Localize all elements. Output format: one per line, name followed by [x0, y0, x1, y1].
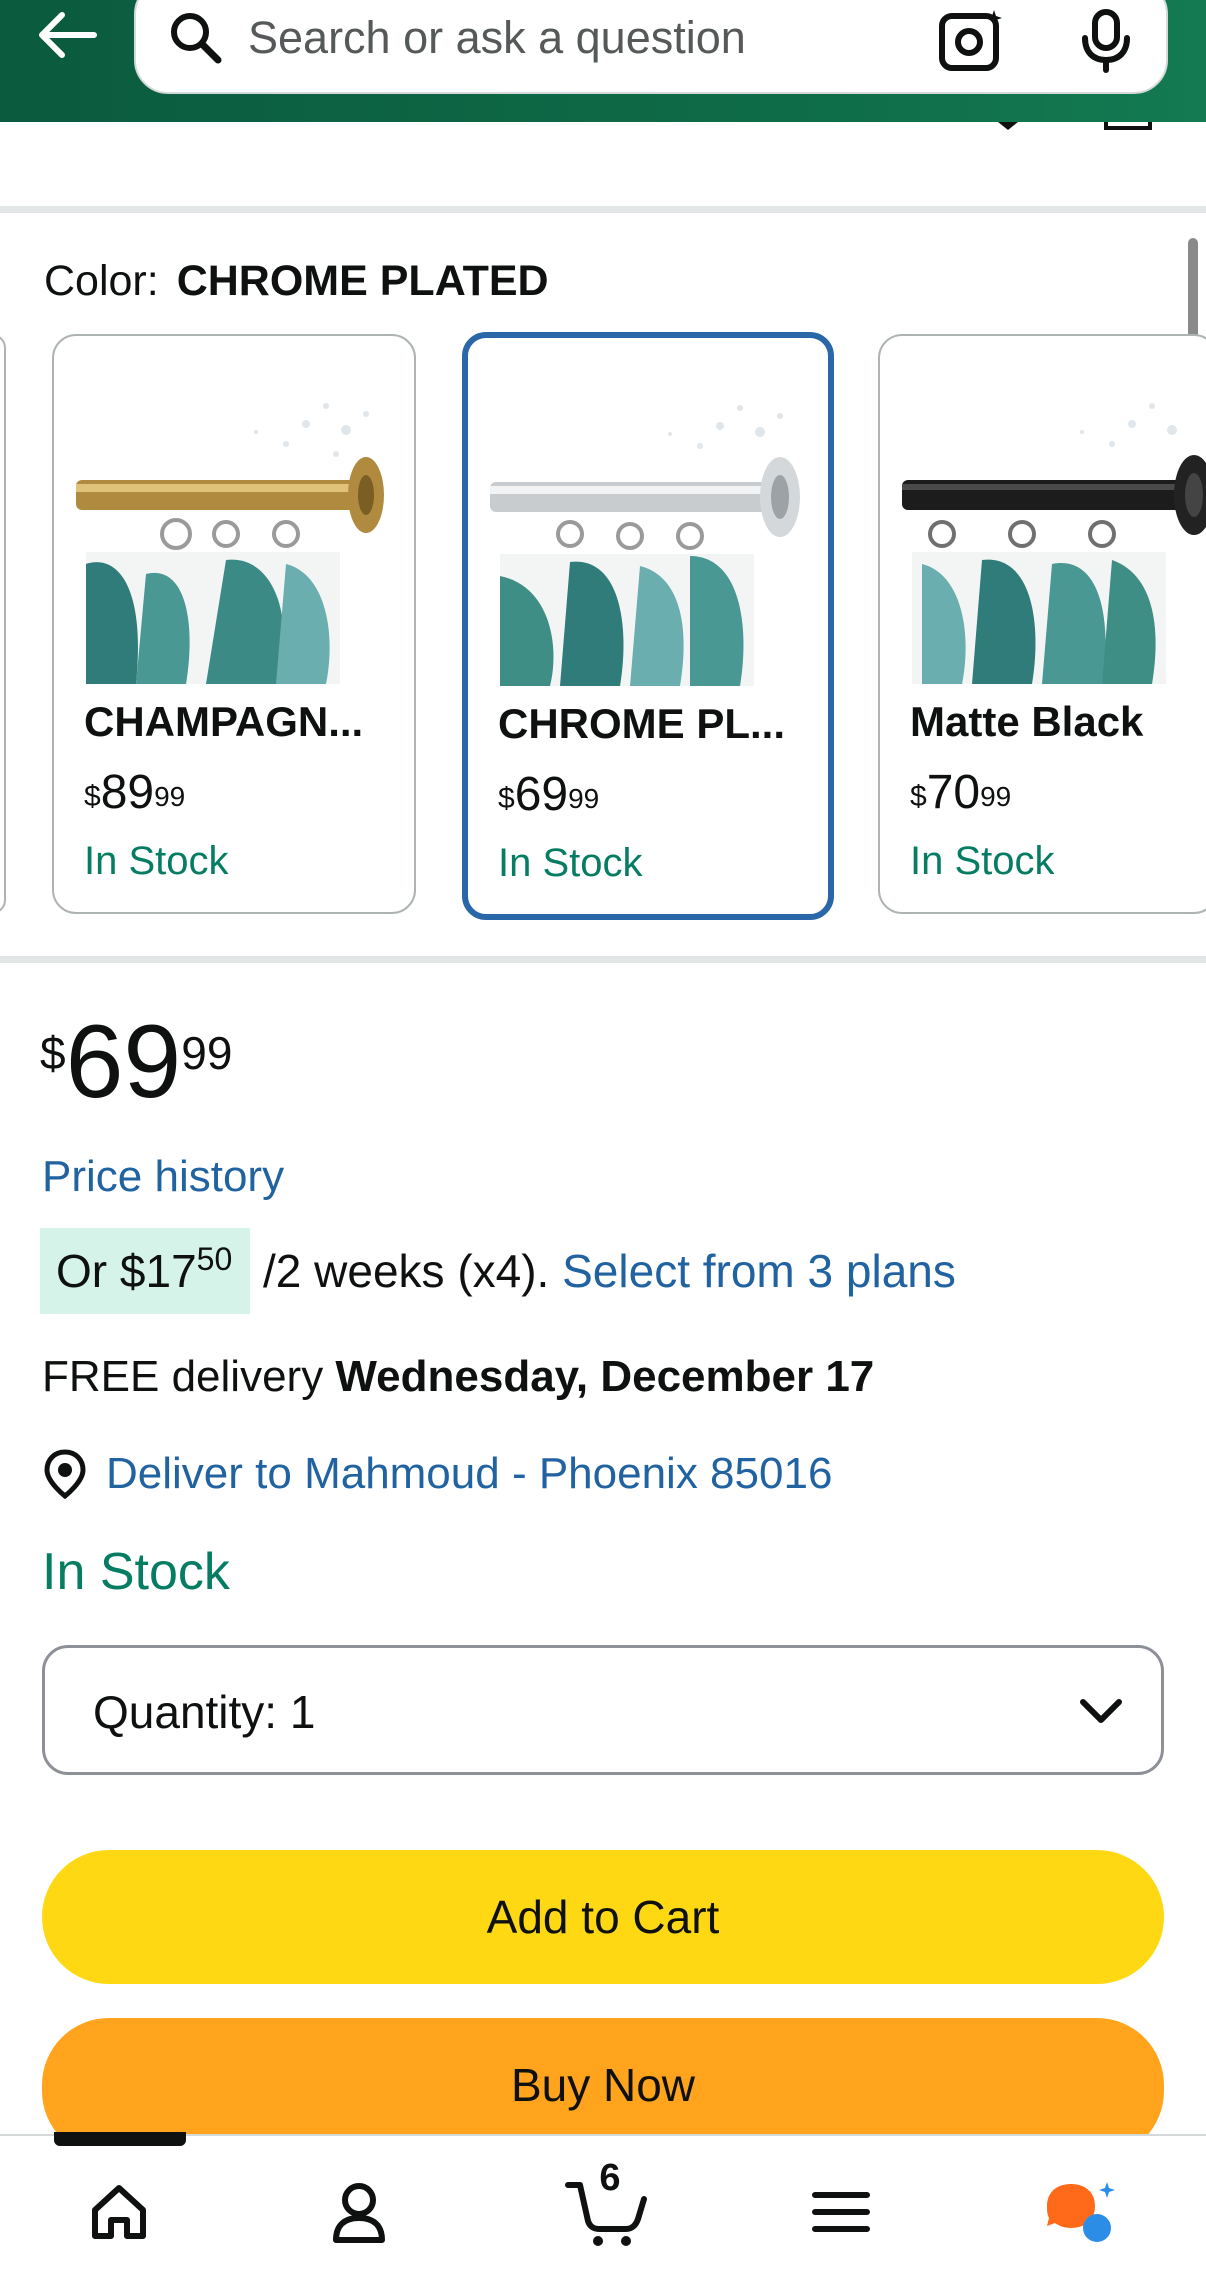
delivery-info: FREE delivery Wednesday, December 17	[42, 1350, 874, 1404]
swatch-stock: In Stock	[910, 839, 1055, 883]
price-fraction: 99	[980, 781, 1012, 812]
search-bar[interactable]: Search or ask a question	[134, 0, 1168, 94]
color-label-value: CHROME PLATED	[176, 257, 549, 305]
account-icon	[333, 2183, 385, 2243]
price-currency: $	[40, 1027, 66, 1079]
swatch-name: CHROME PL...	[498, 700, 786, 747]
installment-prefix: Or	[56, 1245, 120, 1297]
chevron-down-icon	[1080, 1699, 1122, 1723]
price-whole: 89	[100, 766, 155, 819]
nav-home[interactable]	[74, 2172, 164, 2252]
deliver-to-link[interactable]: Deliver to Mahmoud - Phoenix 85016	[42, 1446, 832, 1502]
delivery-prefix: FREE delivery	[42, 1352, 336, 1401]
back-button[interactable]	[28, 2, 104, 68]
price-history-link[interactable]: Price history	[42, 1150, 284, 1204]
stock-status: In Stock	[42, 1543, 230, 1601]
swatch-name: Matte Black	[910, 698, 1144, 745]
search-icon	[171, 13, 222, 64]
swatch-price: $8999	[84, 766, 185, 820]
top-header: Search or ask a question	[0, 0, 1206, 122]
installment-offer: Or $1750 /2 weeks (x4). Select from 3 pl…	[40, 1228, 956, 1314]
cart-count-badge: 6	[599, 2157, 621, 2199]
swatch-name: CHAMPAGN...	[84, 698, 364, 745]
product-image	[490, 405, 800, 686]
swatch-stock: In Stock	[498, 841, 643, 885]
voice-search-button[interactable]	[1071, 6, 1141, 76]
bottom-nav	[0, 2134, 1206, 2277]
nav-account[interactable]	[314, 2172, 404, 2252]
swatch-card-champagne[interactable]: CHAMPAGN... $8999 In Stock	[52, 334, 416, 914]
product-image	[76, 403, 384, 684]
location-pin-icon	[44, 1449, 86, 1500]
price-whole: 70	[926, 766, 981, 819]
installment-currency: $	[119, 1245, 146, 1297]
deliver-to-text: Deliver to Mahmoud - Phoenix 85016	[106, 1449, 833, 1498]
back-arrow-icon	[39, 12, 97, 58]
partial-icon	[1104, 122, 1152, 130]
price-currency: $	[498, 782, 515, 815]
assistant-icon	[1047, 2182, 1115, 2242]
section-divider	[0, 206, 1206, 213]
dropdown-caret-icon	[998, 122, 1018, 130]
microphone-icon	[1082, 9, 1130, 73]
nav-assistant[interactable]	[1036, 2172, 1126, 2252]
camera-lens-icon	[939, 10, 1002, 71]
price-whole: 69	[514, 768, 569, 821]
delivery-date: Wednesday, December 17	[335, 1352, 875, 1401]
add-to-cart-button[interactable]: Add to Cart	[42, 1850, 1164, 1984]
swatch-card-chrome[interactable]: CHROME PL... $6999 In Stock	[462, 332, 834, 920]
swatch-card-matte-black[interactable]: Matte Black $7099 In Stock	[878, 334, 1206, 914]
color-label-key: Color:	[44, 257, 159, 305]
product-image	[902, 403, 1206, 684]
color-label: Color: CHROME PLATED	[44, 255, 549, 307]
product-price: $6999	[40, 1010, 232, 1114]
installment-fraction: 50	[196, 1241, 233, 1277]
header-underlay	[0, 122, 1206, 208]
search-input[interactable]: Search or ask a question	[248, 12, 746, 64]
price-fraction: 99	[568, 783, 600, 814]
price-whole: 69	[65, 1004, 182, 1120]
price-currency: $	[910, 780, 927, 813]
swatch-price: $7099	[910, 766, 1011, 820]
section-divider	[0, 956, 1206, 963]
select-plans-link[interactable]: Select from 3 plans	[562, 1245, 956, 1297]
swatch-price: $6999	[498, 768, 599, 822]
nav-menu[interactable]	[796, 2172, 886, 2252]
quantity-select[interactable]: Quantity: 1	[42, 1645, 1164, 1775]
installment-whole: 17	[145, 1245, 197, 1297]
nav-active-indicator	[54, 2132, 186, 2146]
installment-period: /2 weeks (x4).	[250, 1245, 563, 1297]
price-fraction: 99	[154, 781, 186, 812]
price-currency: $	[84, 780, 101, 813]
quantity-label: Quantity: 1	[93, 1686, 316, 1738]
installment-amount: Or $1750	[40, 1228, 251, 1314]
camera-search-button[interactable]	[936, 6, 1008, 74]
price-fraction: 99	[181, 1027, 233, 1079]
menu-icon	[812, 2192, 870, 2232]
swatch-stock: In Stock	[84, 839, 229, 883]
home-icon	[92, 2185, 146, 2239]
swatch-card-partial[interactable]	[0, 334, 6, 914]
